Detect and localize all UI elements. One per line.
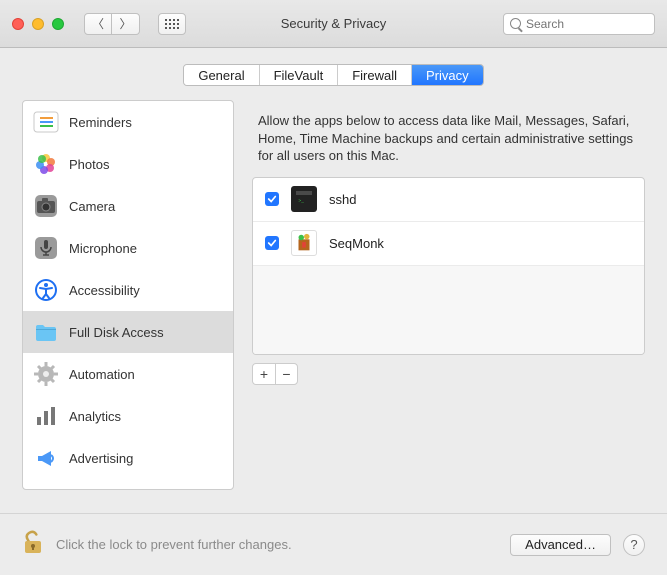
privacy-sidebar: Reminders Photos Camera Microphone Acces…: [22, 100, 234, 490]
sidebar-item-label: Full Disk Access: [69, 325, 164, 340]
sidebar-item-analytics[interactable]: Analytics: [23, 395, 233, 437]
sidebar-item-full-disk-access[interactable]: Full Disk Access: [23, 311, 233, 353]
seqmonk-app-icon: [291, 230, 317, 256]
main-area: Reminders Photos Camera Microphone Acces…: [0, 100, 667, 490]
app-list-empty-area: [253, 266, 644, 355]
check-icon: [267, 238, 277, 248]
sidebar-item-advertising[interactable]: Advertising: [23, 437, 233, 479]
sidebar-item-microphone[interactable]: Microphone: [23, 227, 233, 269]
sidebar-item-label: Photos: [69, 157, 109, 172]
list-add-remove-controls: + −: [252, 363, 298, 385]
sidebar-item-label: Automation: [69, 367, 135, 382]
search-input[interactable]: [526, 17, 648, 31]
camera-icon: [33, 193, 59, 219]
minimize-window-button[interactable]: [32, 18, 44, 30]
app-access-list: >_ sshd SeqMonk: [252, 177, 645, 355]
terminal-icon: >_: [291, 186, 317, 212]
nav-back-button[interactable]: 〈: [84, 13, 112, 35]
close-window-button[interactable]: [12, 18, 24, 30]
remove-app-button[interactable]: −: [275, 364, 297, 384]
folder-icon: [33, 319, 59, 345]
tab-filevault[interactable]: FileVault: [260, 65, 339, 85]
help-button[interactable]: ?: [623, 534, 645, 556]
nav-forward-button[interactable]: 〉: [112, 13, 140, 35]
app-row-sshd[interactable]: >_ sshd: [253, 178, 644, 222]
reminders-icon: [33, 109, 59, 135]
tab-bar: General FileVault Firewall Privacy: [0, 48, 667, 100]
grid-icon: [165, 19, 179, 29]
pane-description: Allow the apps below to access data like…: [252, 100, 645, 177]
accessibility-icon: [33, 277, 59, 303]
sidebar-item-camera[interactable]: Camera: [23, 185, 233, 227]
chevron-left-icon: 〈: [92, 15, 104, 32]
sidebar-item-automation[interactable]: Automation: [23, 353, 233, 395]
add-app-button[interactable]: +: [253, 364, 275, 384]
analytics-icon: [33, 403, 59, 429]
megaphone-icon: [33, 445, 59, 471]
sidebar-item-label: Microphone: [69, 241, 137, 256]
right-pane: Allow the apps below to access data like…: [252, 100, 645, 490]
app-name-label: sshd: [329, 192, 356, 207]
check-icon: [267, 194, 277, 204]
tab-privacy[interactable]: Privacy: [412, 65, 483, 85]
photos-icon: [33, 151, 59, 177]
sidebar-item-reminders[interactable]: Reminders: [23, 101, 233, 143]
checkbox-sshd[interactable]: [265, 192, 279, 206]
app-row-seqmonk[interactable]: SeqMonk: [253, 222, 644, 266]
search-field-container[interactable]: [503, 13, 655, 35]
nav-back-forward: 〈 〉: [84, 13, 140, 35]
sidebar-item-accessibility[interactable]: Accessibility: [23, 269, 233, 311]
footer: Click the lock to prevent further change…: [0, 513, 667, 575]
sidebar-item-label: Reminders: [69, 115, 132, 130]
chevron-right-icon: 〉: [119, 15, 131, 32]
window-controls: [12, 18, 64, 30]
tab-group: General FileVault Firewall Privacy: [183, 64, 483, 86]
show-all-prefs-button[interactable]: [158, 13, 186, 35]
tab-general[interactable]: General: [184, 65, 259, 85]
gear-icon: [33, 361, 59, 387]
zoom-window-button[interactable]: [52, 18, 64, 30]
sidebar-item-photos[interactable]: Photos: [23, 143, 233, 185]
sidebar-item-label: Accessibility: [69, 283, 140, 298]
advanced-button[interactable]: Advanced…: [510, 534, 611, 556]
sidebar-item-label: Advertising: [69, 451, 133, 466]
lock-description: Click the lock to prevent further change…: [56, 537, 292, 552]
lock-icon[interactable]: [22, 529, 44, 560]
tab-firewall[interactable]: Firewall: [338, 65, 412, 85]
sidebar-item-label: Camera: [69, 199, 115, 214]
search-icon: [510, 18, 521, 29]
titlebar: 〈 〉 Security & Privacy: [0, 0, 667, 48]
app-name-label: SeqMonk: [329, 236, 384, 251]
microphone-icon: [33, 235, 59, 261]
sidebar-item-label: Analytics: [69, 409, 121, 424]
checkbox-seqmonk[interactable]: [265, 236, 279, 250]
svg-text:>_: >_: [298, 198, 304, 204]
